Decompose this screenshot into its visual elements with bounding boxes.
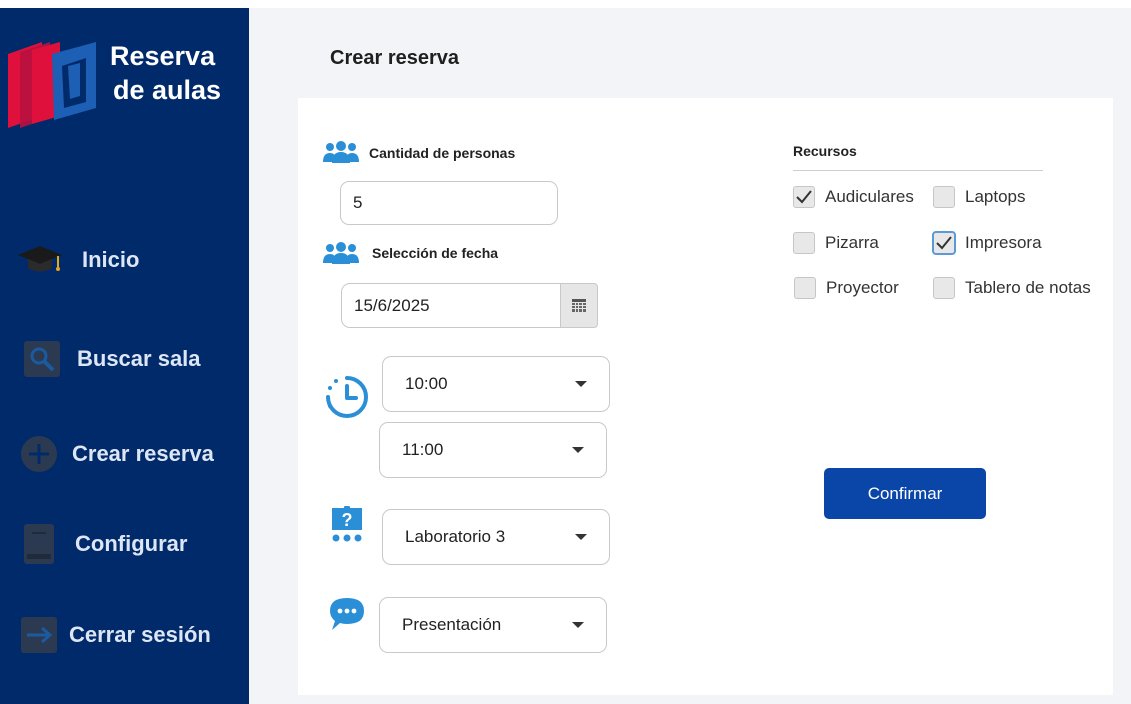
purpose-select[interactable]: Presentación xyxy=(379,597,607,653)
start-time-select[interactable]: 10:00 xyxy=(382,356,610,412)
checkbox-box[interactable] xyxy=(933,277,955,299)
end-time-select[interactable]: 11:00 xyxy=(379,422,607,478)
resources-divider xyxy=(793,170,1043,171)
sidebar-item-cerrar-sesion[interactable]: Cerrar sesión xyxy=(0,607,249,663)
checkmark-icon xyxy=(936,236,952,250)
date-value: 15/6/2025 xyxy=(354,295,430,315)
brand-line-1: Reserva xyxy=(110,41,216,71)
sidebar-item-label: Cerrar sesión xyxy=(69,622,211,647)
checkbox-box[interactable] xyxy=(932,231,956,255)
sidebar-item-label: Buscar sala xyxy=(77,346,201,371)
chevron-down-icon xyxy=(575,381,587,387)
date-selection-label: Selección de fecha xyxy=(372,245,499,261)
app-logo-icon xyxy=(8,42,96,128)
people-count-input[interactable]: 5 xyxy=(340,181,558,225)
resource-label: Laptops xyxy=(965,187,1026,206)
svg-text:?: ? xyxy=(342,510,353,530)
start-time-value: 10:00 xyxy=(405,374,448,393)
book-icon xyxy=(24,524,54,564)
checkbox-box[interactable] xyxy=(794,277,816,299)
brand-title: Reserva de aulas xyxy=(110,39,221,107)
date-picker: 15/6/2025 xyxy=(341,283,598,328)
checkmark-icon xyxy=(796,190,812,204)
resource-checkbox-pizarra[interactable]: Pizarra xyxy=(793,232,879,254)
room-select[interactable]: Laboratorio 3 xyxy=(382,509,610,565)
resource-label: Pizarra xyxy=(825,233,879,252)
resource-checkbox-tablero-de-notas[interactable]: Tablero de notas xyxy=(933,277,1091,299)
search-icon xyxy=(24,341,60,377)
plus-circle-icon xyxy=(21,436,57,472)
resource-label: Impresora xyxy=(965,233,1042,252)
room-value: Laboratorio 3 xyxy=(405,527,506,546)
confirm-button[interactable]: Confirmar xyxy=(824,468,986,519)
sidebar-item-label: Configurar xyxy=(75,531,188,556)
resources-title: Recursos xyxy=(793,143,857,159)
sidebar-item-label: Inicio xyxy=(82,247,140,272)
brand-line-2: de aulas xyxy=(113,75,222,105)
chat-bubble-icon xyxy=(330,598,364,630)
checkbox-box[interactable] xyxy=(793,186,815,208)
calendar-button[interactable] xyxy=(560,283,598,328)
resource-label: Proyector xyxy=(826,278,899,297)
graduation-cap-icon xyxy=(18,246,62,272)
resource-checkbox-impresora[interactable]: Impresora xyxy=(932,231,1042,255)
people-group-icon xyxy=(323,242,359,264)
resource-checkbox-proyector[interactable]: Proyector xyxy=(794,277,899,299)
clock-icon xyxy=(326,376,368,418)
sidebar-item-configurar[interactable]: Configurar xyxy=(0,516,249,572)
resource-checkbox-audiculares[interactable]: Audiculares xyxy=(793,186,914,208)
purpose-value: Presentación xyxy=(402,615,502,634)
resource-checkbox-laptops[interactable]: Laptops xyxy=(933,186,1026,208)
sidebar-item-crear-reserva[interactable]: Crear reserva xyxy=(0,426,249,482)
sidebar-item-label: Crear reserva xyxy=(72,441,214,466)
people-count-label: Cantidad de personas xyxy=(369,145,516,161)
sidebar-item-buscar-sala[interactable]: Buscar sala xyxy=(0,331,249,387)
chevron-down-icon xyxy=(575,534,587,540)
sidebar-item-inicio[interactable]: Inicio xyxy=(0,232,249,288)
logout-arrow-icon xyxy=(21,617,57,653)
resource-label: Audiculares xyxy=(825,187,914,206)
end-time-value: 11:00 xyxy=(402,440,444,459)
checkbox-box[interactable] xyxy=(933,186,955,208)
page-title: Crear reserva xyxy=(330,47,459,69)
resource-label: Tablero de notas xyxy=(965,278,1091,297)
date-input[interactable]: 15/6/2025 xyxy=(341,283,561,328)
chevron-down-icon xyxy=(572,447,584,453)
room-puzzle-icon: ? xyxy=(332,506,362,542)
people-group-icon xyxy=(323,141,359,163)
checkbox-box[interactable] xyxy=(793,232,815,254)
people-count-value: 5 xyxy=(353,193,363,212)
chevron-down-icon xyxy=(572,622,584,628)
calendar-icon xyxy=(572,298,586,312)
